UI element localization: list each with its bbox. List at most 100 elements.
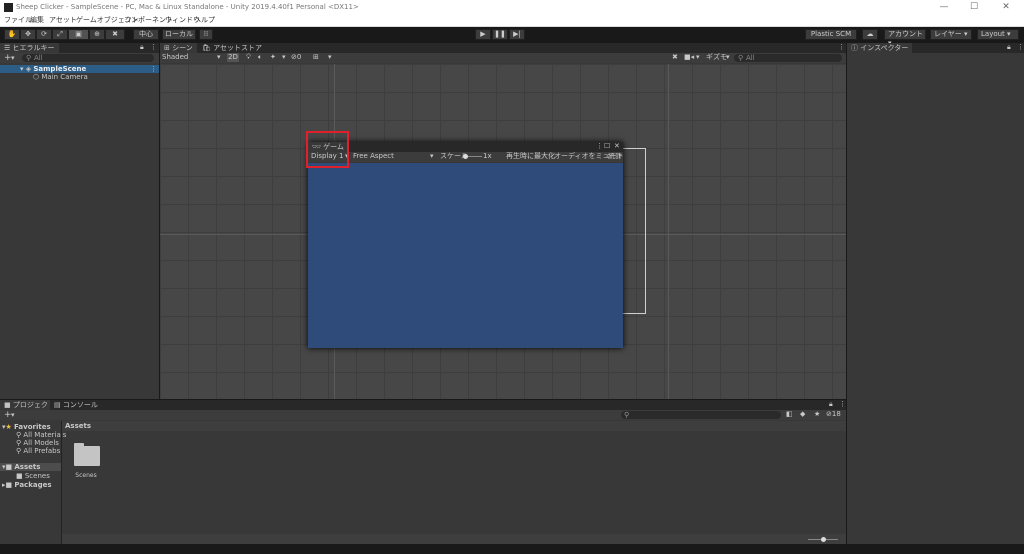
menu-assets[interactable]: アセット (49, 17, 77, 24)
effects-dropdown-arrow[interactable]: ▾ (282, 54, 286, 61)
favorite-item[interactable]: ⚲ All Materials (16, 431, 66, 439)
icon-size-slider-handle[interactable] (821, 537, 826, 542)
minimize-button[interactable]: — (930, 2, 958, 13)
scene-menu-icon[interactable]: ⋮ (150, 65, 157, 73)
hidden-packages-toggle[interactable]: ⊘18 (826, 411, 841, 418)
grid-icon[interactable]: ⊞ (313, 54, 319, 61)
panel-menu-icon[interactable]: ⋮ (838, 44, 845, 51)
assets-folder-row[interactable]: ▾■ Assets (0, 463, 61, 471)
tools-icon[interactable]: ✖ (672, 54, 678, 61)
maximize-button[interactable]: ☐ (960, 2, 988, 13)
menu-file[interactable]: ファイル (4, 17, 32, 24)
maximize-on-play-toggle[interactable]: 再生時に最大化 (506, 153, 555, 160)
tab-hierarchy[interactable]: ☰ ヒエラルキー (0, 43, 59, 53)
scene-search-input[interactable]: ⚲ All (734, 54, 842, 62)
tab-inspector[interactable]: ⓘ インスペクター (847, 43, 913, 53)
inspector-panel: ⓘ インスペクター 🔒︎ ⋮ (847, 43, 1024, 544)
panel-menu-icon[interactable]: ⋮ (1017, 44, 1024, 51)
move-tool-icon[interactable]: ✥ (20, 29, 36, 40)
asset-folder-item[interactable]: Scenes (70, 441, 102, 501)
step-button[interactable]: ▶| (509, 29, 525, 40)
search-placeholder: All (746, 54, 755, 62)
gameobject-cube-icon: ⬡ (33, 73, 40, 81)
panel-menu-icon[interactable]: ⋮ (839, 401, 846, 408)
hierarchy-item[interactable]: ⬡ Main Camera (0, 73, 159, 81)
folder-icon: ■ (5, 463, 13, 471)
hand-tool-icon[interactable]: ✋ (4, 29, 20, 40)
favorite-item[interactable]: ⚲ All Models (16, 439, 59, 447)
main-toolbar: ✋ ✥ ⟳ ⤢ ▣ ⊕ ✖ 中心 ローカル ⁞⁞ ▶ ❚❚ ▶| Plastic… (0, 27, 1024, 47)
unity-scene-icon: ◈ (25, 65, 32, 73)
filter-type-icon[interactable]: ◧ (786, 411, 793, 418)
hierarchy-search-input[interactable]: ⚲ All (22, 54, 154, 62)
tab-console[interactable]: ▤ コンソール (50, 400, 102, 410)
aspect-dropdown-arrow[interactable]: ▾ (430, 153, 434, 160)
favorite-star-icon[interactable]: ★ (814, 411, 820, 418)
scale-value: 1x (483, 152, 492, 160)
cloud-icon[interactable]: ☁ (862, 29, 878, 40)
lock-icon[interactable]: 🔒︎ (829, 401, 833, 408)
stats-toggle[interactable]: 統計情報 (608, 153, 622, 160)
transform-tool-icon[interactable]: ⊕ (89, 29, 105, 40)
panel-menu-icon[interactable]: ⋮ (150, 44, 157, 51)
pause-button[interactable]: ❚❚ (492, 29, 508, 40)
status-bar (0, 544, 1024, 554)
shading-dropdown-arrow[interactable]: ▾ (217, 54, 221, 61)
gizmos-dropdown[interactable]: ギズモ (706, 54, 727, 61)
packages-folder-row[interactable]: ▸■ Packages (2, 481, 52, 489)
pivot-toggle[interactable]: 中心 (133, 29, 159, 40)
lighting-icon[interactable]: 💡︎ (246, 54, 251, 61)
custom-tool-icon[interactable]: ✖ (105, 29, 125, 40)
layout-dropdown[interactable]: Layout ▾ (977, 29, 1019, 40)
space-toggle[interactable]: ローカル (162, 29, 196, 40)
project-footer (62, 534, 846, 544)
hidden-objects-toggle[interactable]: ⊘0 (291, 54, 301, 61)
grid-dropdown-arrow[interactable]: ▾ (328, 54, 332, 61)
rotate-tool-icon[interactable]: ⟳ (36, 29, 52, 40)
add-dropdown-arrow[interactable]: ▾ (11, 55, 15, 62)
grid-snap-icon[interactable]: ⁞⁞ (199, 29, 213, 40)
folder-icon: ■ (5, 481, 13, 489)
layers-dropdown[interactable]: レイヤー ▾ (930, 29, 972, 40)
project-assets-area: Assets Scenes (62, 421, 846, 544)
project-search-input[interactable]: ⚲ (621, 411, 781, 419)
favorite-item[interactable]: ⚲ All Prefabs (16, 447, 60, 455)
favorites-row[interactable]: ▾★ Favorites (2, 423, 51, 431)
menu-help[interactable]: ヘルプ (194, 17, 215, 24)
rect-tool-icon[interactable]: ▣ (68, 29, 89, 40)
filter-label-icon[interactable]: ◆ (800, 411, 805, 418)
effects-icon[interactable]: ✦ (270, 54, 276, 61)
plastic-scm-button[interactable]: Plastic SCM (805, 29, 857, 40)
menu-edit[interactable]: 編集 (30, 17, 44, 24)
play-button[interactable]: ▶ (475, 29, 491, 40)
camera-dropdown-arrow[interactable]: ▾ (696, 54, 700, 61)
lock-icon[interactable]: 🔒︎ (1007, 44, 1011, 51)
highlight-box (306, 131, 349, 168)
aspect-dropdown[interactable]: Free Aspect (353, 153, 394, 160)
window-maximize-icon[interactable]: ☐ (604, 143, 610, 150)
shading-mode-dropdown[interactable]: Shaded (162, 54, 188, 61)
scale-slider-handle[interactable] (463, 154, 468, 159)
assets-child-folder[interactable]: ■ Scenes (16, 472, 50, 480)
2d-toggle[interactable]: 2D (227, 53, 239, 62)
tab-scene[interactable]: ⊞ シーン (160, 43, 197, 53)
expand-arrow-icon[interactable]: ▾ (20, 65, 24, 73)
hierarchy-tabbar: ☰ ヒエラルキー 🔒︎ ⋮ (0, 43, 159, 53)
game-viewport[interactable] (308, 163, 623, 348)
camera-icon[interactable]: ■◂ (684, 54, 694, 61)
scene-row[interactable]: ▾ ◈ SampleScene ⋮ (0, 65, 159, 73)
window-close-icon[interactable]: ✕ (614, 143, 620, 150)
search-icon: ⚲ (16, 439, 22, 447)
account-dropdown[interactable]: アカウント ▾ (884, 29, 926, 47)
tab-asset-store[interactable]: 🛍︎ アセットストア (198, 43, 266, 53)
add-dropdown-arrow[interactable]: ▾ (11, 412, 15, 419)
asset-name: Scenes (75, 472, 97, 479)
panel-menu-icon[interactable]: ⋮ (596, 143, 603, 150)
search-placeholder: All (34, 54, 43, 62)
lock-icon[interactable]: 🔒︎ (140, 44, 144, 51)
gizmos-dropdown-arrow[interactable]: ▾ (726, 54, 730, 61)
close-window-button[interactable]: ✕ (992, 2, 1020, 13)
breadcrumb-item[interactable]: Assets (65, 423, 91, 430)
scale-tool-icon[interactable]: ⤢ (52, 29, 68, 40)
audio-icon[interactable]: 🔈︎ (258, 54, 262, 61)
